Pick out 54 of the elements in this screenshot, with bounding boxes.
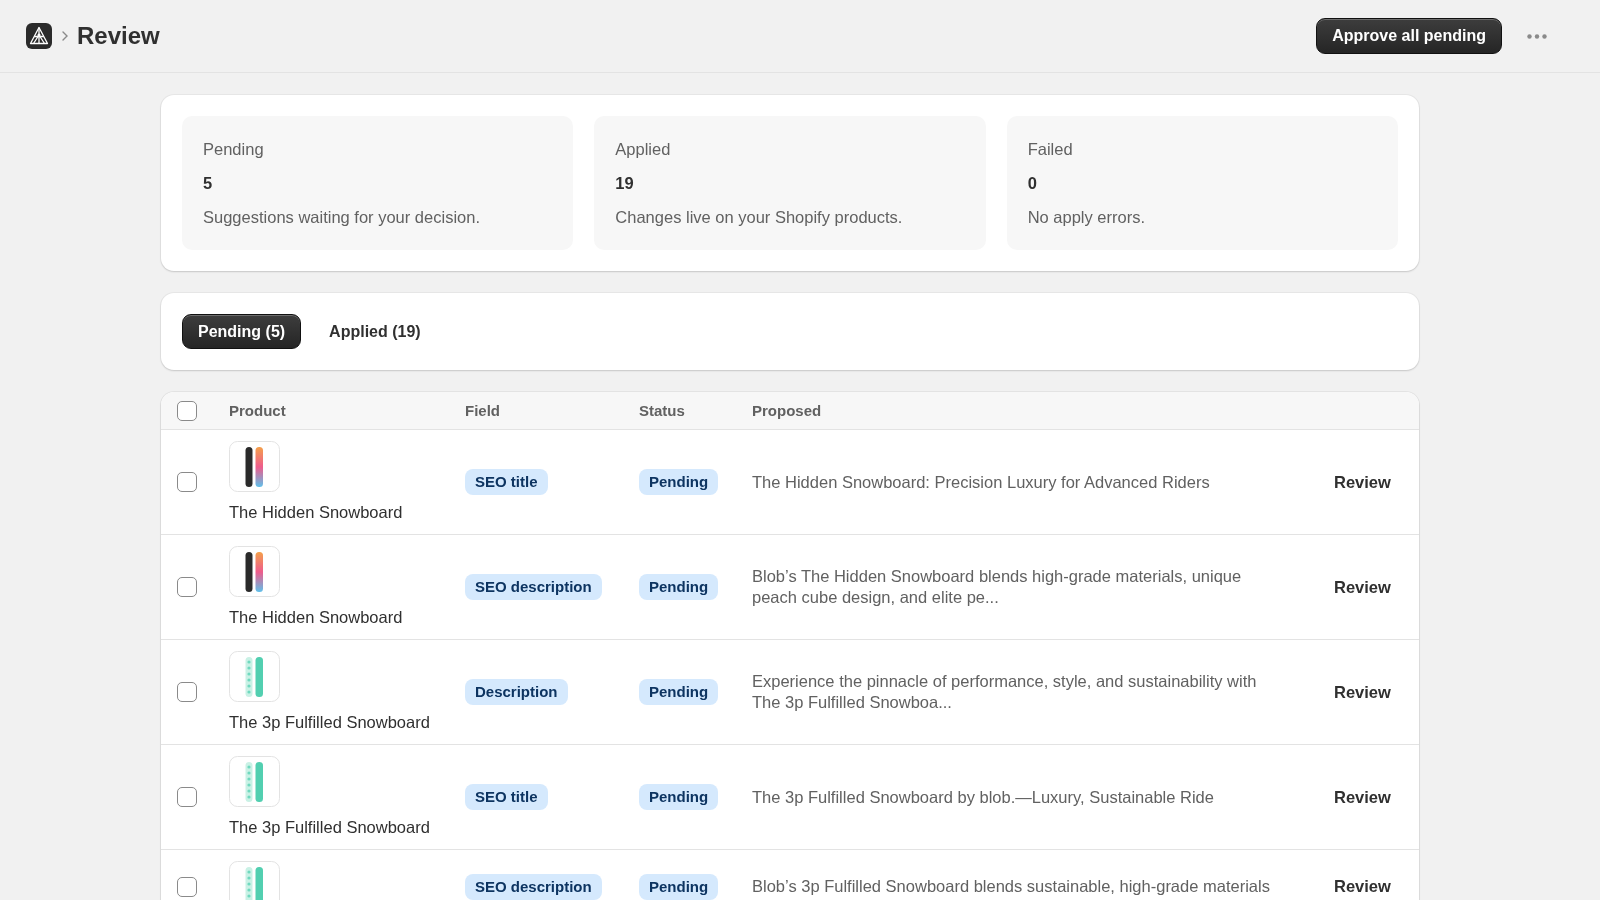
product-name: The Hidden Snowboard <box>229 502 403 523</box>
snowboard-drawing <box>229 651 280 702</box>
stat-value: 5 <box>203 173 213 194</box>
proposed-text: Experience the pinnacle of performance, style, and sustainability with The 3p Fulfilled Snowboa... <box>752 671 1258 713</box>
row-checkbox[interactable] <box>177 577 197 597</box>
select-all-checkbox[interactable] <box>177 400 197 421</box>
triangle-logo-icon[interactable] <box>26 23 52 49</box>
column-header: Product <box>229 402 286 419</box>
status-badge: Pending <box>639 784 719 810</box>
more-icon[interactable] <box>1527 33 1547 39</box>
snowboard-drawing <box>229 441 280 492</box>
product-name: The Hidden Snowboard <box>229 607 403 628</box>
snowboard-drawing <box>229 756 280 807</box>
page-title: Review <box>77 21 160 51</box>
proposed-text: Blob’s The Hidden Snowboard blends high-grade materials, unique peach cube design, and elite pe... <box>752 566 1243 608</box>
row-checkbox[interactable] <box>177 682 197 702</box>
snowboard-drawing <box>229 546 280 597</box>
column-header: Proposed <box>752 402 822 419</box>
status-badge: Pending <box>639 574 719 600</box>
stat-value: 19 <box>615 173 634 194</box>
row-checkbox[interactable] <box>177 472 197 492</box>
row-checkbox[interactable] <box>177 787 197 807</box>
stat-description: No apply errors. <box>1027 207 1146 228</box>
review-button[interactable]: Review <box>1334 577 1391 597</box>
stat-value: 0 <box>1027 173 1037 194</box>
proposed-text: The 3p Fulfilled Snowboard by blob.—Luxury, Sustainable Ride <box>752 786 1214 808</box>
column-header: Field <box>465 402 500 419</box>
tab[interactable]: Applied (19) <box>313 314 437 349</box>
status-badge: Pending <box>639 679 719 705</box>
product-name: The 3p Fulfilled Snowboard <box>229 712 430 733</box>
stat-description: Suggestions waiting for your decision. <box>203 207 480 228</box>
approve-all-button[interactable]: Approve all pending <box>1316 18 1502 54</box>
field-tag: SEO title <box>465 784 548 810</box>
status-badge: Pending <box>639 873 719 900</box>
column-header: Status <box>639 402 685 419</box>
field-tag: Description <box>465 679 568 705</box>
review-button[interactable]: Review <box>1334 787 1391 807</box>
field-tag: SEO description <box>465 574 602 600</box>
field-tag: SEO description <box>465 873 602 900</box>
review-button[interactable]: Review <box>1334 472 1391 492</box>
stat-label: Pending <box>203 139 264 160</box>
row-checkbox[interactable] <box>177 876 197 897</box>
proposed-text: The Hidden Snowboard: Precision Luxury for Advanced Riders <box>752 471 1210 493</box>
proposed-text: Blob’s 3p Fulfilled Snowboard blends sustainable, high-grade materials <box>752 876 1270 897</box>
review-button[interactable]: Review <box>1334 877 1391 896</box>
field-tag: SEO title <box>465 469 548 495</box>
review-button[interactable]: Review <box>1334 682 1391 702</box>
status-badge: Pending <box>639 469 719 495</box>
product-name: The 3p Fulfilled Snowboard <box>229 817 430 838</box>
tab[interactable]: Pending (5) <box>182 314 302 349</box>
stat-label: Failed <box>1027 139 1073 160</box>
chevron-icon <box>62 31 68 41</box>
stat-description: Changes live on your Shopify products. <box>615 207 903 228</box>
stat-label: Applied <box>615 139 671 160</box>
